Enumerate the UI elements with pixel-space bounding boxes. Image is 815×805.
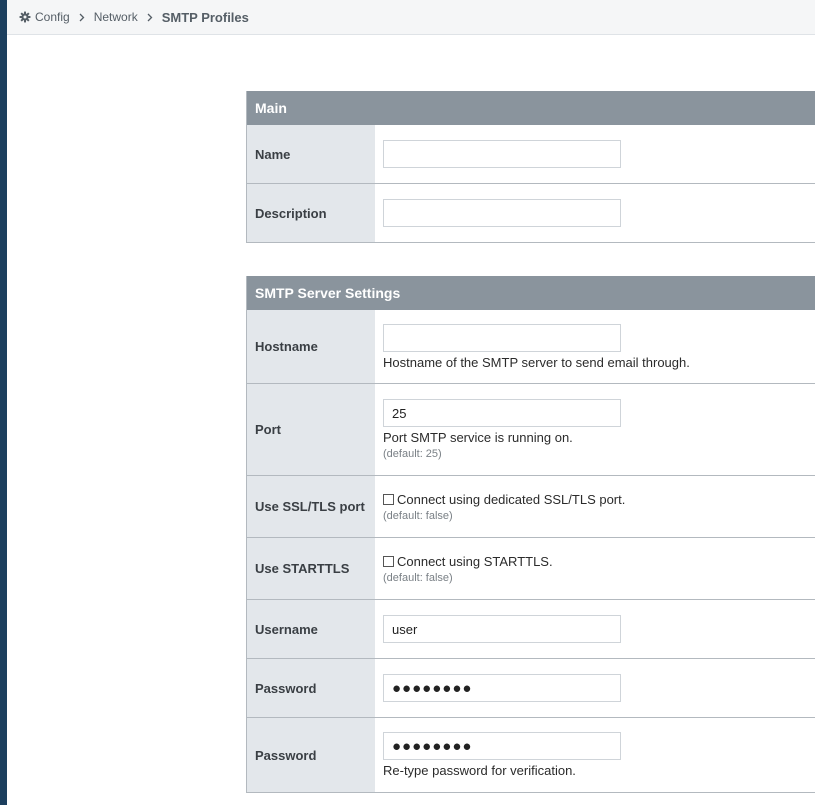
port-row: Port Port SMTP service is running on. (d…	[247, 384, 815, 476]
hostname-help: Hostname of the SMTP server to send emai…	[383, 354, 690, 370]
description-label: Description	[247, 184, 375, 242]
sidebar-edge	[0, 0, 7, 805]
ssl-default: (default: false)	[383, 509, 453, 522]
description-input[interactable]	[383, 199, 621, 227]
name-input[interactable]	[383, 140, 621, 168]
name-label: Name	[247, 125, 375, 183]
port-help: Port SMTP service is running on.	[383, 430, 573, 445]
username-row: Username	[247, 600, 815, 659]
main-panel: Main Name Description	[246, 91, 815, 243]
chevron-right-icon	[147, 13, 153, 22]
ssl-checkbox-label[interactable]: Connect using dedicated SSL/TLS port.	[397, 492, 625, 507]
port-default: (default: 25)	[383, 448, 442, 460]
name-row: Name	[247, 125, 815, 184]
hostname-label: Hostname	[247, 310, 375, 383]
gear-icon	[19, 11, 31, 23]
main-panel-title: Main	[247, 91, 815, 125]
starttls-default: (default: false)	[383, 571, 453, 584]
breadcrumb-config[interactable]: Config	[35, 10, 70, 24]
password-verify-row: Password Re-type password for verificati…	[247, 718, 815, 793]
password-verify-help: Re-type password for verification.	[383, 763, 576, 778]
description-row: Description	[247, 184, 815, 243]
starttls-row: Use STARTTLS Connect using STARTTLS. (de…	[247, 538, 815, 600]
ssl-checkbox[interactable]	[383, 493, 394, 505]
port-label: Port	[247, 384, 375, 475]
chevron-right-icon	[79, 13, 85, 22]
username-input[interactable]	[383, 615, 621, 643]
hostname-input[interactable]	[383, 323, 621, 352]
starttls-label: Use STARTTLS	[247, 538, 375, 599]
password-input[interactable]	[383, 674, 621, 702]
breadcrumb: Config Network SMTP Profiles	[7, 0, 815, 35]
smtp-settings-panel: SMTP Server Settings Hostname Hostname o…	[246, 276, 815, 793]
password-verify-input[interactable]	[383, 732, 621, 760]
starttls-checkbox[interactable]	[383, 555, 394, 567]
hostname-row: Hostname Hostname of the SMTP server to …	[247, 310, 815, 384]
password-verify-label: Password	[247, 718, 375, 792]
breadcrumb-current: SMTP Profiles	[161, 9, 249, 25]
ssl-row: Use SSL/TLS port Connect using dedicated…	[247, 476, 815, 538]
smtp-panel-title: SMTP Server Settings	[247, 276, 815, 310]
ssl-label: Use SSL/TLS port	[247, 476, 375, 537]
starttls-checkbox-label[interactable]: Connect using STARTTLS.	[397, 554, 553, 569]
password-label: Password	[247, 659, 375, 717]
breadcrumb-network[interactable]: Network	[94, 10, 138, 24]
port-input[interactable]	[383, 399, 621, 427]
username-label: Username	[247, 600, 375, 658]
password-row: Password	[247, 659, 815, 718]
